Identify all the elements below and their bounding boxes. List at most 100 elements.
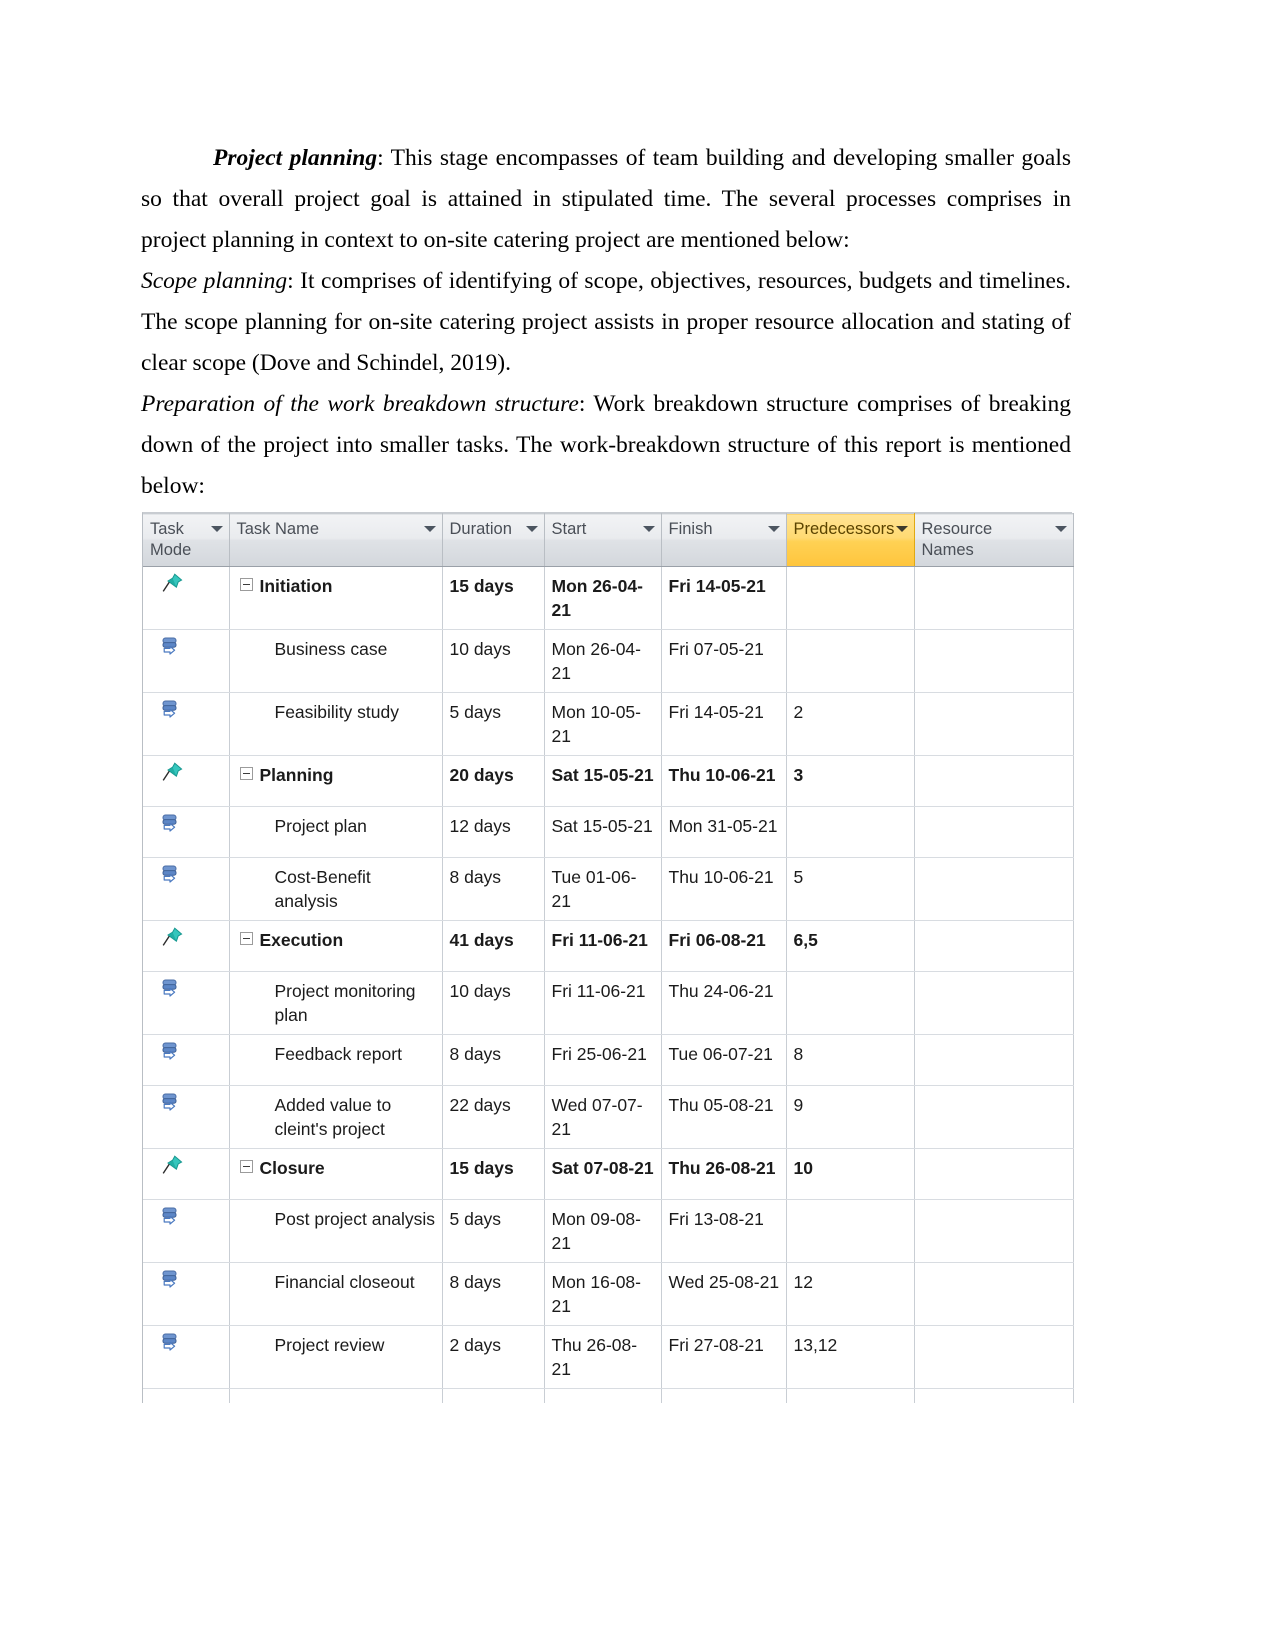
column-header-resource-names[interactable]: Resource Names	[914, 513, 1074, 567]
cell-resource-names[interactable]	[914, 629, 1074, 693]
cell-predecessors[interactable]: 13,12	[786, 1325, 915, 1389]
cell-predecessors[interactable]: 9	[786, 1085, 915, 1149]
table-row[interactable]: Project review 2 days Thu 26-08-21 Fri 27-0…	[143, 1325, 1074, 1389]
cell-resource-names[interactable]	[914, 755, 1074, 807]
cell-task-mode[interactable]	[143, 1085, 230, 1149]
table-row[interactable]: Added value to cleint's project 22 days We…	[143, 1085, 1074, 1149]
table-row[interactable]: Project plan 12 days Sat 15-05-21 Mon 31-05…	[143, 806, 1074, 858]
table-row[interactable]: Closure 15 days Sat 07-08-21 Thu 26-08-21 10	[143, 1148, 1074, 1200]
chevron-down-icon[interactable]	[1054, 526, 1067, 532]
cell-finish[interactable]: Fri 07-05-21	[661, 629, 787, 693]
cell-predecessors[interactable]: 2	[786, 692, 915, 756]
column-header-start[interactable]: Start	[544, 513, 662, 567]
cell-duration[interactable]: 8 days	[442, 1034, 545, 1086]
cell-start[interactable]: Mon 16-08-21	[544, 1262, 662, 1326]
chevron-down-icon[interactable]	[210, 526, 223, 532]
cell-duration[interactable]: 12 days	[442, 806, 545, 858]
cell-start[interactable]: Sat 15-05-21	[544, 806, 662, 858]
cell-task-name[interactable]: Feasibility study	[229, 692, 443, 756]
column-header-duration[interactable]: Duration	[442, 513, 545, 567]
cell-start[interactable]: Sat 07-08-21	[544, 1148, 662, 1200]
cell-task-name[interactable]: Initiation	[229, 566, 443, 630]
cell-finish[interactable]: Fri 14-05-21	[661, 692, 787, 756]
cell-task-name[interactable]: Project review	[229, 1325, 443, 1389]
cell-predecessors[interactable]	[786, 806, 915, 858]
cell-task-mode[interactable]	[143, 566, 230, 630]
cell-resource-names[interactable]	[914, 806, 1074, 858]
cell-task-mode[interactable]	[143, 1199, 230, 1263]
chevron-down-icon[interactable]	[423, 526, 436, 532]
cell-start[interactable]: Tue 01-06-21	[544, 857, 662, 921]
cell-duration[interactable]: 8 days	[442, 857, 545, 921]
chevron-down-icon[interactable]	[642, 526, 655, 532]
cell-task-mode[interactable]	[143, 1325, 230, 1389]
chevron-down-icon[interactable]	[895, 526, 908, 532]
cell-resource-names[interactable]	[914, 1148, 1074, 1200]
cell-finish[interactable]: Fri 27-08-21	[661, 1325, 787, 1389]
table-row[interactable]: Financial closeout 8 days Mon 16-08-21 Wed …	[143, 1262, 1074, 1326]
cell-task-mode[interactable]	[143, 920, 230, 972]
cell-task-name[interactable]: Closure	[229, 1148, 443, 1200]
table-row[interactable]: Business case 10 days Mon 26-04-21 Fri 07-0…	[143, 629, 1074, 693]
cell-duration[interactable]: 8 days	[442, 1262, 545, 1326]
cell-start[interactable]: Mon 26-04-21	[544, 629, 662, 693]
cell-resource-names[interactable]	[914, 566, 1074, 630]
cell-task-mode[interactable]	[143, 1148, 230, 1200]
cell-task-name[interactable]: Project plan	[229, 806, 443, 858]
cell-task-name[interactable]: Business case	[229, 629, 443, 693]
cell-duration[interactable]: 10 days	[442, 971, 545, 1035]
cell-predecessors[interactable]: 10	[786, 1148, 915, 1200]
cell-start[interactable]: Mon 10-05-21	[544, 692, 662, 756]
cell-start[interactable]: Fri 11-06-21	[544, 920, 662, 972]
cell-duration[interactable]: 5 days	[442, 1199, 545, 1263]
cell-start[interactable]: Mon 26-04-21	[544, 566, 662, 630]
table-row[interactable]: Planning 20 days Sat 15-05-21 Thu 10-06-21 3	[143, 755, 1074, 807]
cell-resource-names[interactable]	[914, 920, 1074, 972]
cell-duration[interactable]: 10 days	[442, 629, 545, 693]
cell-resource-names[interactable]	[914, 1325, 1074, 1389]
cell-predecessors[interactable]	[786, 629, 915, 693]
cell-task-name[interactable]: Execution	[229, 920, 443, 972]
cell-start[interactable]: Fri 11-06-21	[544, 971, 662, 1035]
cell-task-name[interactable]: Financial closeout	[229, 1262, 443, 1326]
cell-duration[interactable]: 2 days	[442, 1325, 545, 1389]
cell-task-mode[interactable]	[143, 971, 230, 1035]
cell-task-mode[interactable]	[143, 806, 230, 858]
cell-finish[interactable]: Tue 06-07-21	[661, 1034, 787, 1086]
cell-predecessors[interactable]: 5	[786, 857, 915, 921]
cell-start[interactable]: Thu 26-08-21	[544, 1325, 662, 1389]
cell-start[interactable]: Fri 25-06-21	[544, 1034, 662, 1086]
cell-resource-names[interactable]	[914, 692, 1074, 756]
cell-start[interactable]: Mon 09-08-21	[544, 1199, 662, 1263]
cell-predecessors[interactable]: 8	[786, 1034, 915, 1086]
cell-predecessors[interactable]	[786, 1199, 915, 1263]
cell-resource-names[interactable]	[914, 1085, 1074, 1149]
cell-predecessors[interactable]: 12	[786, 1262, 915, 1326]
table-row[interactable]: Cost-Benefit analysis 8 days Tue 01-06-21 T…	[143, 857, 1074, 921]
cell-duration[interactable]: 5 days	[442, 692, 545, 756]
cell-task-mode[interactable]	[143, 857, 230, 921]
table-row[interactable]: Initiation 15 days Mon 26-04-21 Fri 14-05-2…	[143, 566, 1074, 630]
cell-finish[interactable]: Mon 31-05-21	[661, 806, 787, 858]
cell-duration[interactable]: 15 days	[442, 566, 545, 630]
cell-finish[interactable]: Thu 26-08-21	[661, 1148, 787, 1200]
collapse-outline-icon[interactable]	[239, 932, 253, 945]
collapse-outline-icon[interactable]	[239, 767, 253, 780]
cell-task-name[interactable]: Planning	[229, 755, 443, 807]
cell-start[interactable]: Wed 07-07-21	[544, 1085, 662, 1149]
cell-finish[interactable]: Thu 10-06-21	[661, 857, 787, 921]
cell-resource-names[interactable]	[914, 857, 1074, 921]
cell-duration[interactable]: 15 days	[442, 1148, 545, 1200]
cell-finish[interactable]: Thu 05-08-21	[661, 1085, 787, 1149]
column-header-predecessors[interactable]: Predecessors	[785, 513, 915, 567]
cell-finish[interactable]: Thu 24-06-21	[661, 971, 787, 1035]
cell-resource-names[interactable]	[914, 1034, 1074, 1086]
cell-task-name[interactable]: Added value to cleint's project	[229, 1085, 443, 1149]
table-row[interactable]: Project monitoring plan 10 days Fri 11-06-…	[143, 971, 1074, 1035]
cell-duration[interactable]: 20 days	[442, 755, 545, 807]
column-header-task-name[interactable]: Task Name	[229, 513, 443, 567]
cell-resource-names[interactable]	[914, 1199, 1074, 1263]
table-row[interactable]: Execution 41 days Fri 11-06-21 Fri 06-08-21…	[143, 920, 1074, 972]
cell-predecessors[interactable]: 3	[786, 755, 915, 807]
cell-predecessors[interactable]: 6,5	[786, 920, 915, 972]
